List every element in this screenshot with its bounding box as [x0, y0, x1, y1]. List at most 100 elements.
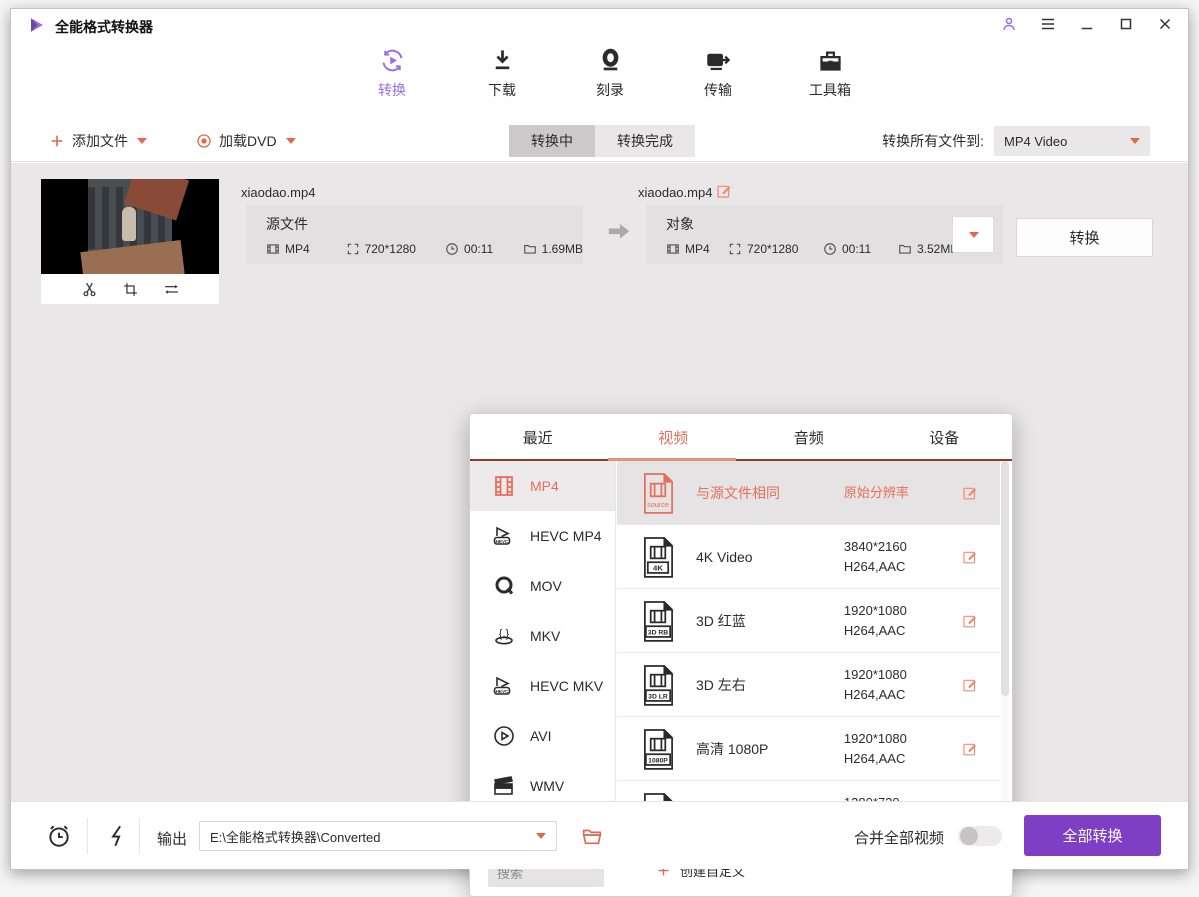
- toolbar: 添加文件 加载DVD 转换中 转换完成 转换所有文件到: MP4 Video: [11, 120, 1188, 162]
- merge-videos-toggle[interactable]: [958, 826, 1002, 846]
- resolution-icon: [346, 242, 360, 256]
- schedule-alarm-icon[interactable]: [46, 823, 72, 849]
- arrow-right-icon: [607, 223, 631, 241]
- tab-converting[interactable]: 转换中: [509, 125, 595, 157]
- open-folder-icon[interactable]: [581, 825, 603, 847]
- global-format-select[interactable]: MP4 Video: [994, 126, 1150, 156]
- popup-tab-audio[interactable]: 音频: [741, 414, 877, 460]
- source-filename: xiaodao.mp4: [241, 185, 315, 200]
- preset-row-3d-lr[interactable]: 3D LR 3D 左右 1920*1080H264,AAC: [617, 653, 1000, 717]
- video-file-icon: 4K: [641, 536, 676, 578]
- output-label: 输出: [157, 828, 187, 849]
- format-label: AVI: [530, 728, 552, 744]
- load-dvd-label: 加载DVD: [219, 131, 277, 151]
- convert-all-button[interactable]: 全部转换: [1024, 815, 1161, 856]
- film-icon: [666, 242, 680, 256]
- target-resolution: 720*1280: [747, 242, 798, 256]
- nav-tab-toolbox[interactable]: 工具箱: [785, 47, 875, 100]
- minimize-icon[interactable]: [1078, 15, 1096, 33]
- preset-row-source[interactable]: source 与源文件相同 原始分辨率: [617, 461, 1000, 525]
- preset-name: 4K Video: [696, 549, 844, 565]
- preset-codec: H264,AAC: [844, 687, 905, 702]
- file-list-area: xiaodao.mp4 源文件 MP4 720*1280 00:11: [11, 163, 1188, 801]
- preset-resolution: 1920*1080: [844, 667, 907, 682]
- format-label: MOV: [530, 578, 562, 594]
- preset-resolution: 1920*1080: [844, 603, 907, 618]
- nav-tab-download[interactable]: 下载: [457, 47, 547, 100]
- edit-preset-icon[interactable]: [962, 677, 978, 693]
- svg-text:source: source: [647, 499, 669, 508]
- popup-tab-device[interactable]: 设备: [877, 414, 1013, 460]
- source-resolution: 720*1280: [365, 242, 416, 256]
- format-item-mov[interactable]: MOV: [470, 561, 615, 611]
- edit-preset-icon[interactable]: [962, 613, 978, 629]
- nav-label-transfer: 传输: [673, 80, 763, 100]
- tab-completed[interactable]: 转换完成: [595, 125, 695, 157]
- burn-disc-icon: [597, 47, 624, 74]
- preset-row-4k[interactable]: 4K 4K Video 3840*2160H264,AAC: [617, 525, 1000, 589]
- toolbox-icon: [817, 47, 844, 74]
- preset-resolution: 原始分辨率: [844, 483, 962, 503]
- global-format-value: MP4 Video: [1004, 134, 1067, 149]
- svg-text:4K: 4K: [653, 563, 663, 572]
- toggle-knob: [960, 827, 978, 845]
- app-logo-icon: [28, 16, 46, 34]
- nav-tab-transfer[interactable]: 传输: [673, 47, 763, 100]
- thumbnail-image: [41, 179, 219, 274]
- format-label: HEVC MKV: [530, 678, 603, 694]
- circle-play-icon: [492, 724, 516, 748]
- edit-preset-icon[interactable]: [962, 741, 978, 757]
- preset-name: 与源文件相同: [696, 483, 844, 503]
- menu-icon[interactable]: [1039, 15, 1057, 33]
- format-item-hevc-mp4[interactable]: HEVC HEVC MP4: [470, 511, 615, 561]
- nav-tab-burn[interactable]: 刻录: [565, 47, 655, 100]
- preset-name: 高清 1080P: [696, 739, 844, 759]
- convert-row-button[interactable]: 转换: [1016, 218, 1153, 257]
- effects-adjust-icon[interactable]: [163, 281, 180, 298]
- film-icon: [266, 242, 280, 256]
- rename-edit-icon[interactable]: [716, 183, 732, 199]
- target-format: MP4: [685, 242, 710, 256]
- filmstrip-icon: [492, 474, 516, 498]
- nav-label-convert: 转换: [347, 80, 437, 100]
- merge-videos-label: 合并全部视频: [854, 827, 944, 848]
- format-item-avi[interactable]: AVI: [470, 711, 615, 761]
- preset-resolution: 1920*1080: [844, 731, 907, 746]
- format-list: MP4 HEVC HEVC MP4 MOV {,} MKV HEVC HEVC …: [470, 461, 616, 849]
- load-dvd-button[interactable]: 加载DVD: [196, 120, 296, 162]
- performance-lightning-icon[interactable]: [105, 823, 131, 849]
- target-format-dropdown-button[interactable]: [952, 216, 994, 253]
- format-item-hevc-mkv[interactable]: HEVC HEVC MKV: [470, 661, 615, 711]
- plus-icon: [49, 133, 65, 149]
- source-label: 源文件: [266, 214, 583, 234]
- convert-icon: [379, 47, 406, 74]
- edit-preset-icon[interactable]: [962, 549, 978, 565]
- popup-tab-recent[interactable]: 最近: [470, 414, 606, 460]
- trim-scissors-icon[interactable]: [81, 281, 98, 298]
- edit-preset-icon[interactable]: [962, 485, 978, 501]
- preset-codec: H264,AAC: [844, 751, 905, 766]
- divider: [139, 818, 140, 854]
- account-icon[interactable]: [1000, 15, 1018, 33]
- nav-tab-convert[interactable]: 转换: [347, 47, 437, 100]
- add-file-button[interactable]: 添加文件: [49, 120, 147, 162]
- chevron-down-icon: [286, 138, 296, 144]
- format-item-mkv[interactable]: {,} MKV: [470, 611, 615, 661]
- preset-row-1080p[interactable]: 1080P 高清 1080P 1920*1080 H264,AAC: [617, 717, 1000, 781]
- maximize-icon[interactable]: [1117, 15, 1135, 33]
- quicktime-icon: [492, 574, 516, 598]
- preset-scrollbar[interactable]: [1001, 461, 1009, 849]
- video-file-icon: 1080P: [641, 728, 676, 770]
- main-nav: 转换 下载 刻录 传输 工具箱: [11, 39, 1188, 120]
- close-icon[interactable]: [1156, 15, 1174, 33]
- file-size-icon: [523, 242, 537, 256]
- add-file-label: 添加文件: [72, 131, 128, 151]
- clip-toolbar: [41, 274, 219, 304]
- preset-row-3d-rb[interactable]: 3D RB 3D 红蓝 1920*1080H264,AAC: [617, 589, 1000, 653]
- scrollbar-thumb[interactable]: [1001, 461, 1009, 696]
- popup-tab-video[interactable]: 视频: [606, 414, 742, 460]
- nav-label-burn: 刻录: [565, 80, 655, 100]
- format-item-mp4[interactable]: MP4: [470, 461, 615, 511]
- output-path-select[interactable]: E:\全能格式转换器\Converted: [199, 821, 557, 851]
- crop-icon[interactable]: [122, 281, 139, 298]
